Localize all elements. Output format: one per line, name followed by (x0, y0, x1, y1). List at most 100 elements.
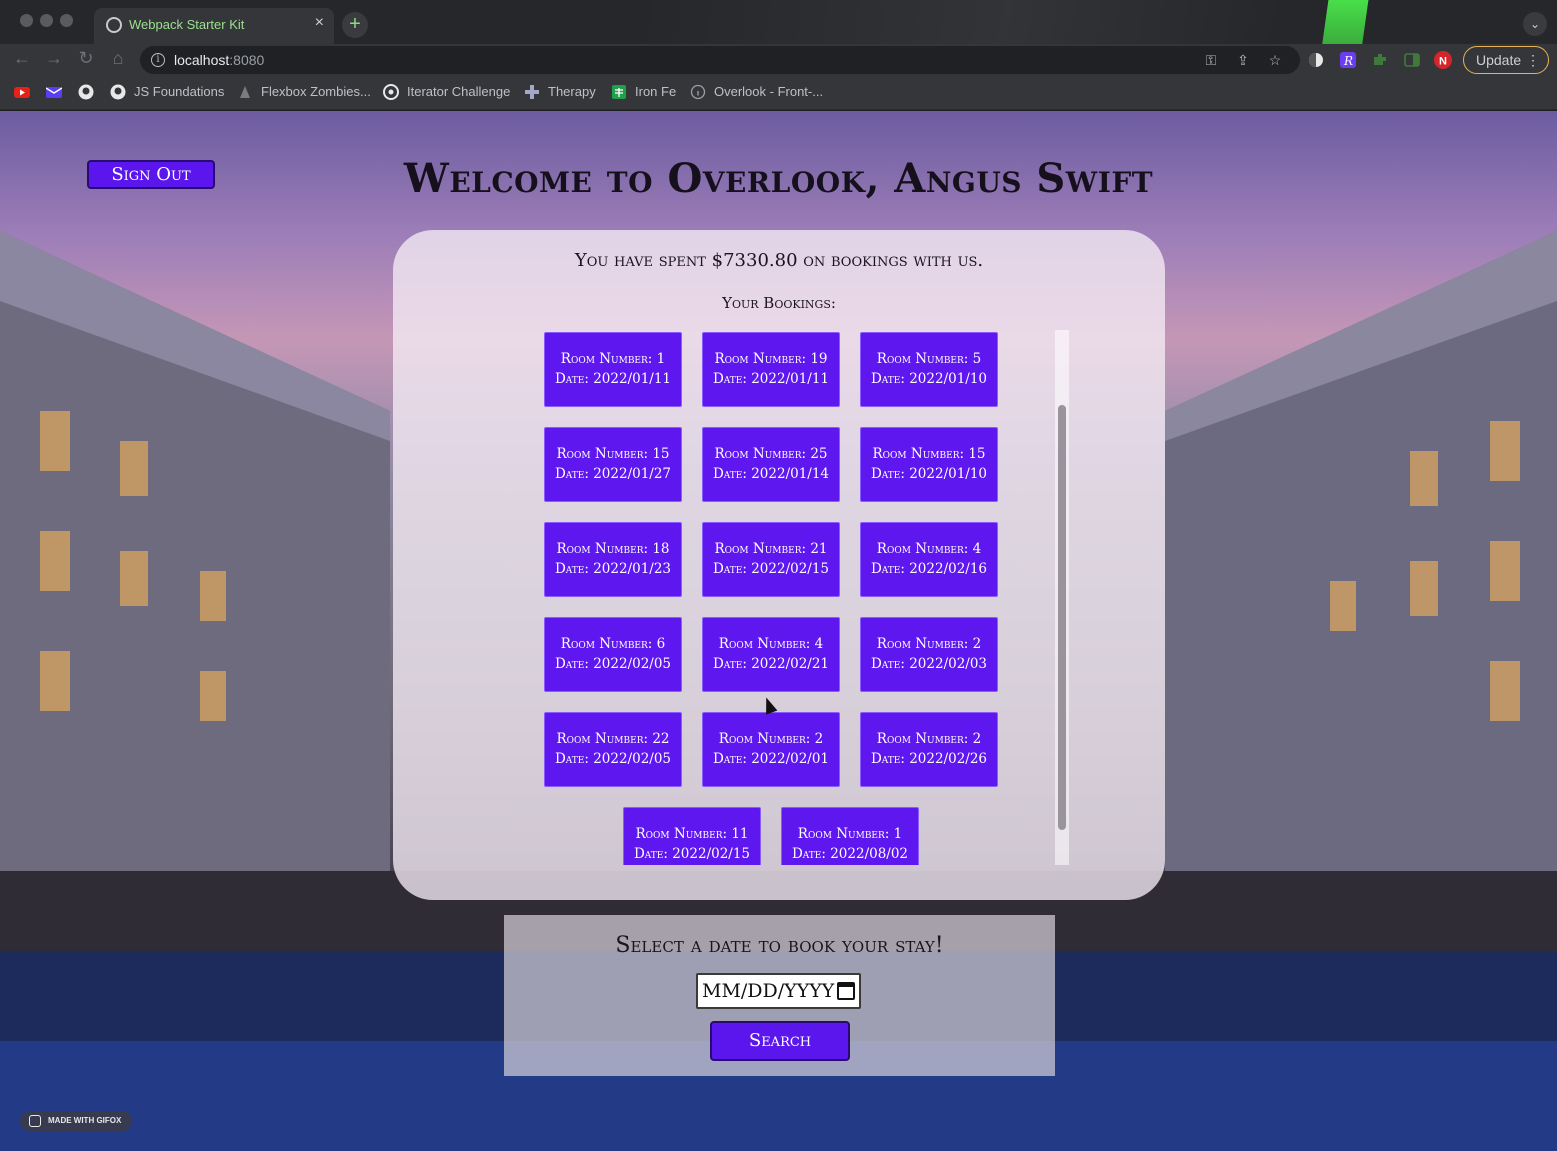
extensions-puzzle-icon[interactable] (1371, 51, 1389, 69)
booking-room-number: Room Number: 22 (556, 731, 670, 747)
dark-mode-extension-icon[interactable] (1307, 51, 1325, 69)
window-light (1490, 661, 1520, 721)
booking-card[interactable]: Room Number: 21 Date: 2022/02/15 (702, 522, 840, 597)
zombie-hand-icon (240, 86, 250, 98)
mail-icon[interactable] (46, 84, 62, 100)
tab-close-icon[interactable]: × (315, 14, 324, 32)
profile-initial: N (1439, 56, 1447, 68)
bookings-list[interactable]: Room Number: 1 Date: 2022/01/11 Room Numbe… (533, 330, 1069, 865)
booking-date: Date: 2022/02/15 (633, 846, 751, 862)
booking-form: Select a date to book your stay! MM/DD/Y… (504, 915, 1055, 1076)
gifox-label: MADE WITH GIFOX (48, 1116, 122, 1125)
booking-card[interactable]: Room Number: 2 Date: 2022/02/03 (860, 617, 998, 692)
url-text[interactable]: localhost:8080 (174, 52, 264, 68)
svg-text:R: R (1343, 54, 1353, 68)
booking-card[interactable]: Room Number: 6 Date: 2022/02/05 (544, 617, 682, 692)
booking-date: Date: 2022/01/23 (554, 561, 672, 577)
booking-date: Date: 2022/01/27 (554, 466, 672, 482)
titlebar-theme-shade (640, 0, 1557, 44)
booking-room-number: Room Number: 11 (635, 826, 749, 842)
booking-card[interactable]: Room Number: 1 Date: 2022/08/02 (781, 807, 919, 865)
booking-card[interactable]: Room Number: 1 Date: 2022/01/11 (544, 332, 682, 407)
info-circle-icon (690, 84, 706, 100)
youtube-icon[interactable] (14, 84, 30, 100)
page-viewport: Sign Out Welcome to Overlook, Angus Swif… (0, 111, 1557, 1151)
date-input[interactable]: MM/DD/YYYY (696, 973, 861, 1009)
bookmark-flexbox-zombies[interactable]: Flexbox Zombies... (261, 84, 371, 99)
booking-room-number: Room Number: 15 (556, 446, 670, 462)
booking-card[interactable]: Room Number: 15 Date: 2022/01/27 (544, 427, 682, 502)
side-panel-icon[interactable] (1403, 51, 1421, 69)
booking-room-number: Room Number: 4 (718, 636, 824, 652)
bookmark-star-icon[interactable]: ☆ (1266, 52, 1284, 69)
bookmark-therapy[interactable]: Therapy (548, 84, 596, 99)
window-light (1490, 421, 1520, 481)
bookings-heading: Your Bookings: (722, 294, 836, 312)
key-icon[interactable]: ⚿ (1202, 52, 1220, 69)
booking-room-number: Room Number: 19 (714, 351, 828, 367)
iterator-icon (383, 84, 399, 100)
window-minimize-button[interactable] (40, 14, 53, 27)
booking-room-number: Room Number: 1 (560, 351, 666, 367)
bookmark-iron-fe[interactable]: Iron Fe (635, 84, 676, 99)
booking-card[interactable]: Room Number: 11 Date: 2022/02/15 (623, 807, 761, 865)
booking-card[interactable]: Room Number: 4 Date: 2022/02/21 (702, 617, 840, 692)
booking-date: Date: 2022/08/02 (791, 846, 909, 862)
window-close-button[interactable] (20, 14, 33, 27)
booking-card[interactable]: Room Number: 25 Date: 2022/01/14 (702, 427, 840, 502)
therapy-cross-icon (525, 85, 539, 99)
window-light (120, 441, 148, 496)
update-button[interactable]: Update ⋮ (1463, 46, 1549, 74)
booking-card[interactable]: Room Number: 22 Date: 2022/02/05 (544, 712, 682, 787)
sheets-icon (612, 85, 626, 99)
bookmark-iterator-challenge[interactable]: Iterator Challenge (407, 84, 510, 99)
bookmark-overlook[interactable]: Overlook - Front-... (714, 84, 823, 99)
browser-titlebar: Webpack Starter Kit × + ⌄ (0, 0, 1557, 44)
booking-date: Date: 2022/01/14 (712, 466, 830, 482)
browser-tab[interactable]: Webpack Starter Kit × (94, 8, 334, 44)
reload-icon[interactable]: ↻ (74, 48, 98, 69)
window-light (200, 571, 226, 621)
new-tab-button[interactable]: + (342, 12, 368, 38)
booking-date: Date: 2022/02/03 (870, 656, 988, 672)
window-zoom-button[interactable] (60, 14, 73, 27)
booking-card[interactable]: Room Number: 2 Date: 2022/02/26 (860, 712, 998, 787)
address-bar[interactable]: i localhost:8080 ⚿ ⇪ ☆ (140, 46, 1300, 74)
more-menu-icon[interactable]: ⋮ (1526, 47, 1540, 73)
tab-search-button[interactable]: ⌄ (1523, 12, 1547, 36)
github-icon[interactable] (78, 84, 94, 100)
tab-title: Webpack Starter Kit (129, 17, 245, 32)
booking-room-number: Room Number: 25 (714, 446, 828, 462)
browser-toolbar: ← → ↻ ⌂ i localhost:8080 ⚿ ⇪ ☆ R N Updat… (0, 44, 1557, 76)
booking-date: Date: 2022/02/05 (554, 656, 672, 672)
react-extension-icon[interactable]: R (1339, 51, 1357, 69)
search-button[interactable]: Search (710, 1021, 850, 1061)
window-light (1330, 581, 1356, 631)
gifox-logo-icon (29, 1115, 41, 1127)
booking-room-number: Room Number: 5 (876, 351, 982, 367)
forward-arrow-icon[interactable]: → (42, 48, 66, 69)
booking-card[interactable]: Room Number: 19 Date: 2022/01/11 (702, 332, 840, 407)
booking-date: Date: 2022/02/15 (712, 561, 830, 577)
booking-room-number: Room Number: 15 (872, 446, 986, 462)
window-light (1490, 541, 1520, 601)
booking-form-title: Select a date to book your stay! (615, 933, 944, 958)
booking-room-number: Room Number: 18 (556, 541, 670, 557)
share-icon[interactable]: ⇪ (1234, 52, 1252, 69)
booking-room-number: Room Number: 4 (876, 541, 982, 557)
booking-card[interactable]: Room Number: 2 Date: 2022/02/01 (702, 712, 840, 787)
github-icon (110, 84, 126, 100)
booking-card[interactable]: Room Number: 15 Date: 2022/01/10 (860, 427, 998, 502)
booking-card[interactable]: Room Number: 4 Date: 2022/02/16 (860, 522, 998, 597)
home-icon[interactable]: ⌂ (106, 48, 130, 69)
back-arrow-icon[interactable]: ← (10, 48, 34, 69)
site-info-icon[interactable]: i (151, 53, 165, 67)
booking-card[interactable]: Room Number: 18 Date: 2022/01/23 (544, 522, 682, 597)
booking-card[interactable]: Room Number: 5 Date: 2022/01/10 (860, 332, 998, 407)
calendar-icon[interactable] (837, 982, 855, 1000)
bookmark-js-foundations[interactable]: JS Foundations (134, 84, 224, 99)
window-light (40, 531, 70, 591)
profile-avatar[interactable]: N (1434, 51, 1452, 69)
update-label: Update (1476, 52, 1522, 68)
bookings-scrollbar-thumb[interactable] (1058, 405, 1066, 830)
